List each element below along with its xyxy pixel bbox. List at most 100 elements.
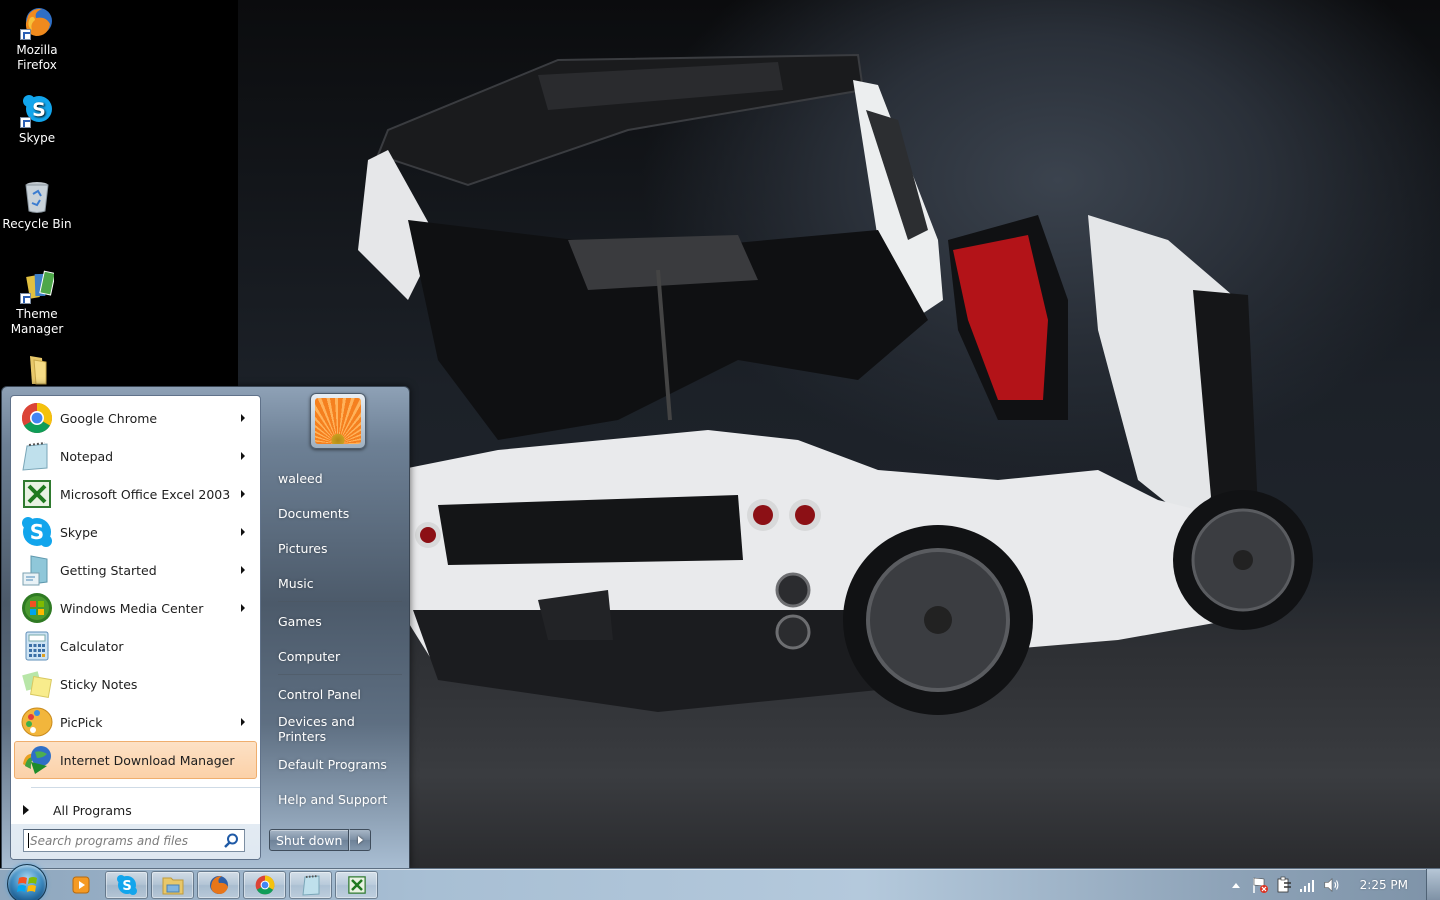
chevron-right-icon [357, 836, 363, 844]
submenu-arrow-icon[interactable] [241, 452, 245, 460]
place-user-folder[interactable]: waleed [270, 463, 406, 493]
submenu-arrow-icon[interactable] [241, 566, 245, 574]
desktop-icon-label: Mozilla [16, 43, 58, 57]
program-item-internet-download-manager[interactable]: Internet Download Manager [14, 741, 257, 779]
program-label: Internet Download Manager [60, 752, 235, 768]
place-music[interactable]: Music [270, 568, 406, 598]
search-icon[interactable] [222, 832, 240, 850]
notepad-icon [21, 440, 53, 472]
place-computer[interactable]: Computer [270, 641, 406, 671]
program-label: Microsoft Office Excel 2003 [60, 486, 231, 502]
desktop-icon-skype[interactable]: S Skype [0, 94, 74, 146]
submenu-arrow-icon[interactable] [241, 414, 245, 422]
submenu-arrow-icon[interactable] [241, 718, 245, 726]
excel-icon [21, 478, 53, 510]
submenu-arrow-icon[interactable] [241, 604, 245, 612]
program-label: Sticky Notes [60, 676, 138, 692]
place-documents[interactable]: Documents [270, 498, 406, 528]
volume-icon[interactable] [1323, 876, 1341, 894]
program-label: Skype [60, 524, 98, 540]
program-item-google-chrome[interactable]: Google Chrome [14, 399, 257, 437]
desktop-icon-label: Skype [18, 131, 56, 145]
program-item-excel-2003[interactable]: Microsoft Office Excel 2003 [14, 475, 257, 513]
all-programs-label: All Programs [53, 802, 132, 818]
taskbar: S 2:25 PM [0, 864, 1440, 900]
desktop-icon-recycle-bin[interactable]: Recycle Bin [0, 180, 74, 232]
program-item-sticky-notes[interactable]: Sticky Notes [14, 665, 257, 703]
place-help-and-support[interactable]: Help and Support [270, 784, 406, 814]
program-item-windows-media-center[interactable]: Windows Media Center [14, 589, 257, 627]
program-label: Notepad [60, 448, 114, 464]
places-separator [278, 674, 402, 675]
search-box[interactable] [23, 829, 245, 852]
skype-icon: S [20, 94, 54, 128]
submenu-arrow-icon[interactable] [241, 528, 245, 536]
desktop-icon-firefox[interactable]: Mozilla Firefox [0, 6, 74, 73]
chrome-icon [21, 402, 53, 434]
all-programs-button[interactable]: All Programs [11, 794, 260, 826]
windows-logo-icon [17, 877, 37, 892]
place-pictures[interactable]: Pictures [270, 533, 406, 563]
theme-manager-icon [20, 270, 56, 304]
getting-started-icon [21, 554, 53, 586]
network-signal-icon[interactable] [1299, 876, 1317, 894]
taskbar-chrome[interactable] [243, 871, 286, 899]
desktop-icon-label: Recycle Bin [2, 217, 72, 231]
desktop-icon-theme-manager[interactable]: Theme Manager [0, 270, 74, 337]
user-account-picture[interactable] [310, 393, 366, 449]
media-player-icon [72, 876, 90, 894]
shutdown-group: Shut down [269, 829, 372, 851]
firefox-icon [209, 876, 228, 894]
recycle-bin-icon [20, 180, 54, 214]
wallpaper-photo [238, 0, 1440, 868]
action-center-flag-icon[interactable] [1251, 876, 1269, 894]
program-label: PicPick [60, 714, 103, 730]
firefox-icon [20, 6, 54, 40]
power-icon[interactable] [1275, 876, 1293, 894]
place-label: Music [278, 575, 314, 591]
shutdown-options-button[interactable] [349, 829, 372, 851]
desktop-icon-label: Theme [16, 307, 58, 321]
place-default-programs[interactable]: Default Programs [270, 749, 406, 779]
program-item-skype[interactable]: S Skype [14, 513, 257, 551]
taskbar-notepad[interactable] [289, 871, 332, 899]
program-label: Getting Started [60, 562, 157, 578]
taskbar-excel[interactable] [335, 871, 378, 899]
excel-icon [347, 876, 366, 894]
search-programs-input[interactable] [24, 830, 222, 851]
show-desktop-button[interactable] [1426, 869, 1440, 900]
chrome-icon [255, 875, 274, 895]
all-programs-arrow-icon [23, 805, 29, 815]
place-label: Default Programs [278, 756, 387, 772]
taskbar-windows-explorer[interactable] [151, 871, 194, 899]
start-button[interactable] [7, 864, 47, 900]
shortcut-overlay-icon [20, 117, 31, 128]
place-label: Control Panel [278, 686, 361, 702]
sports-car-image [358, 53, 1313, 715]
taskbar-skype[interactable]: S [105, 871, 148, 899]
notepad-icon [301, 875, 319, 896]
shutdown-button[interactable]: Shut down [269, 829, 350, 851]
program-item-notepad[interactable]: Notepad [14, 437, 257, 475]
flower-photo [315, 398, 361, 444]
program-item-picpick[interactable]: PicPick [14, 703, 257, 741]
picpick-icon [21, 706, 53, 738]
place-control-panel[interactable]: Control Panel [270, 679, 406, 709]
taskbar-media-player[interactable] [60, 871, 102, 899]
desktop-icon-folder[interactable] [0, 352, 74, 389]
show-hidden-icons-arrow[interactable] [1227, 876, 1245, 894]
program-item-getting-started[interactable]: Getting Started [14, 551, 257, 589]
svg-text:S: S [30, 520, 44, 544]
place-label: Help and Support [278, 791, 388, 807]
program-item-calculator[interactable]: Calculator [14, 627, 257, 665]
taskbar-firefox[interactable] [197, 871, 240, 899]
place-label: Pictures [278, 540, 328, 556]
explorer-icon [162, 877, 183, 895]
media-center-icon [21, 592, 53, 624]
skype-icon: S [21, 516, 53, 548]
place-devices-and-printers[interactable]: Devices and Printers [270, 714, 406, 744]
place-games[interactable]: Games [270, 606, 406, 636]
svg-text:S: S [32, 99, 46, 121]
clock[interactable]: 2:25 PM [1360, 878, 1408, 892]
submenu-arrow-icon[interactable] [241, 490, 245, 498]
